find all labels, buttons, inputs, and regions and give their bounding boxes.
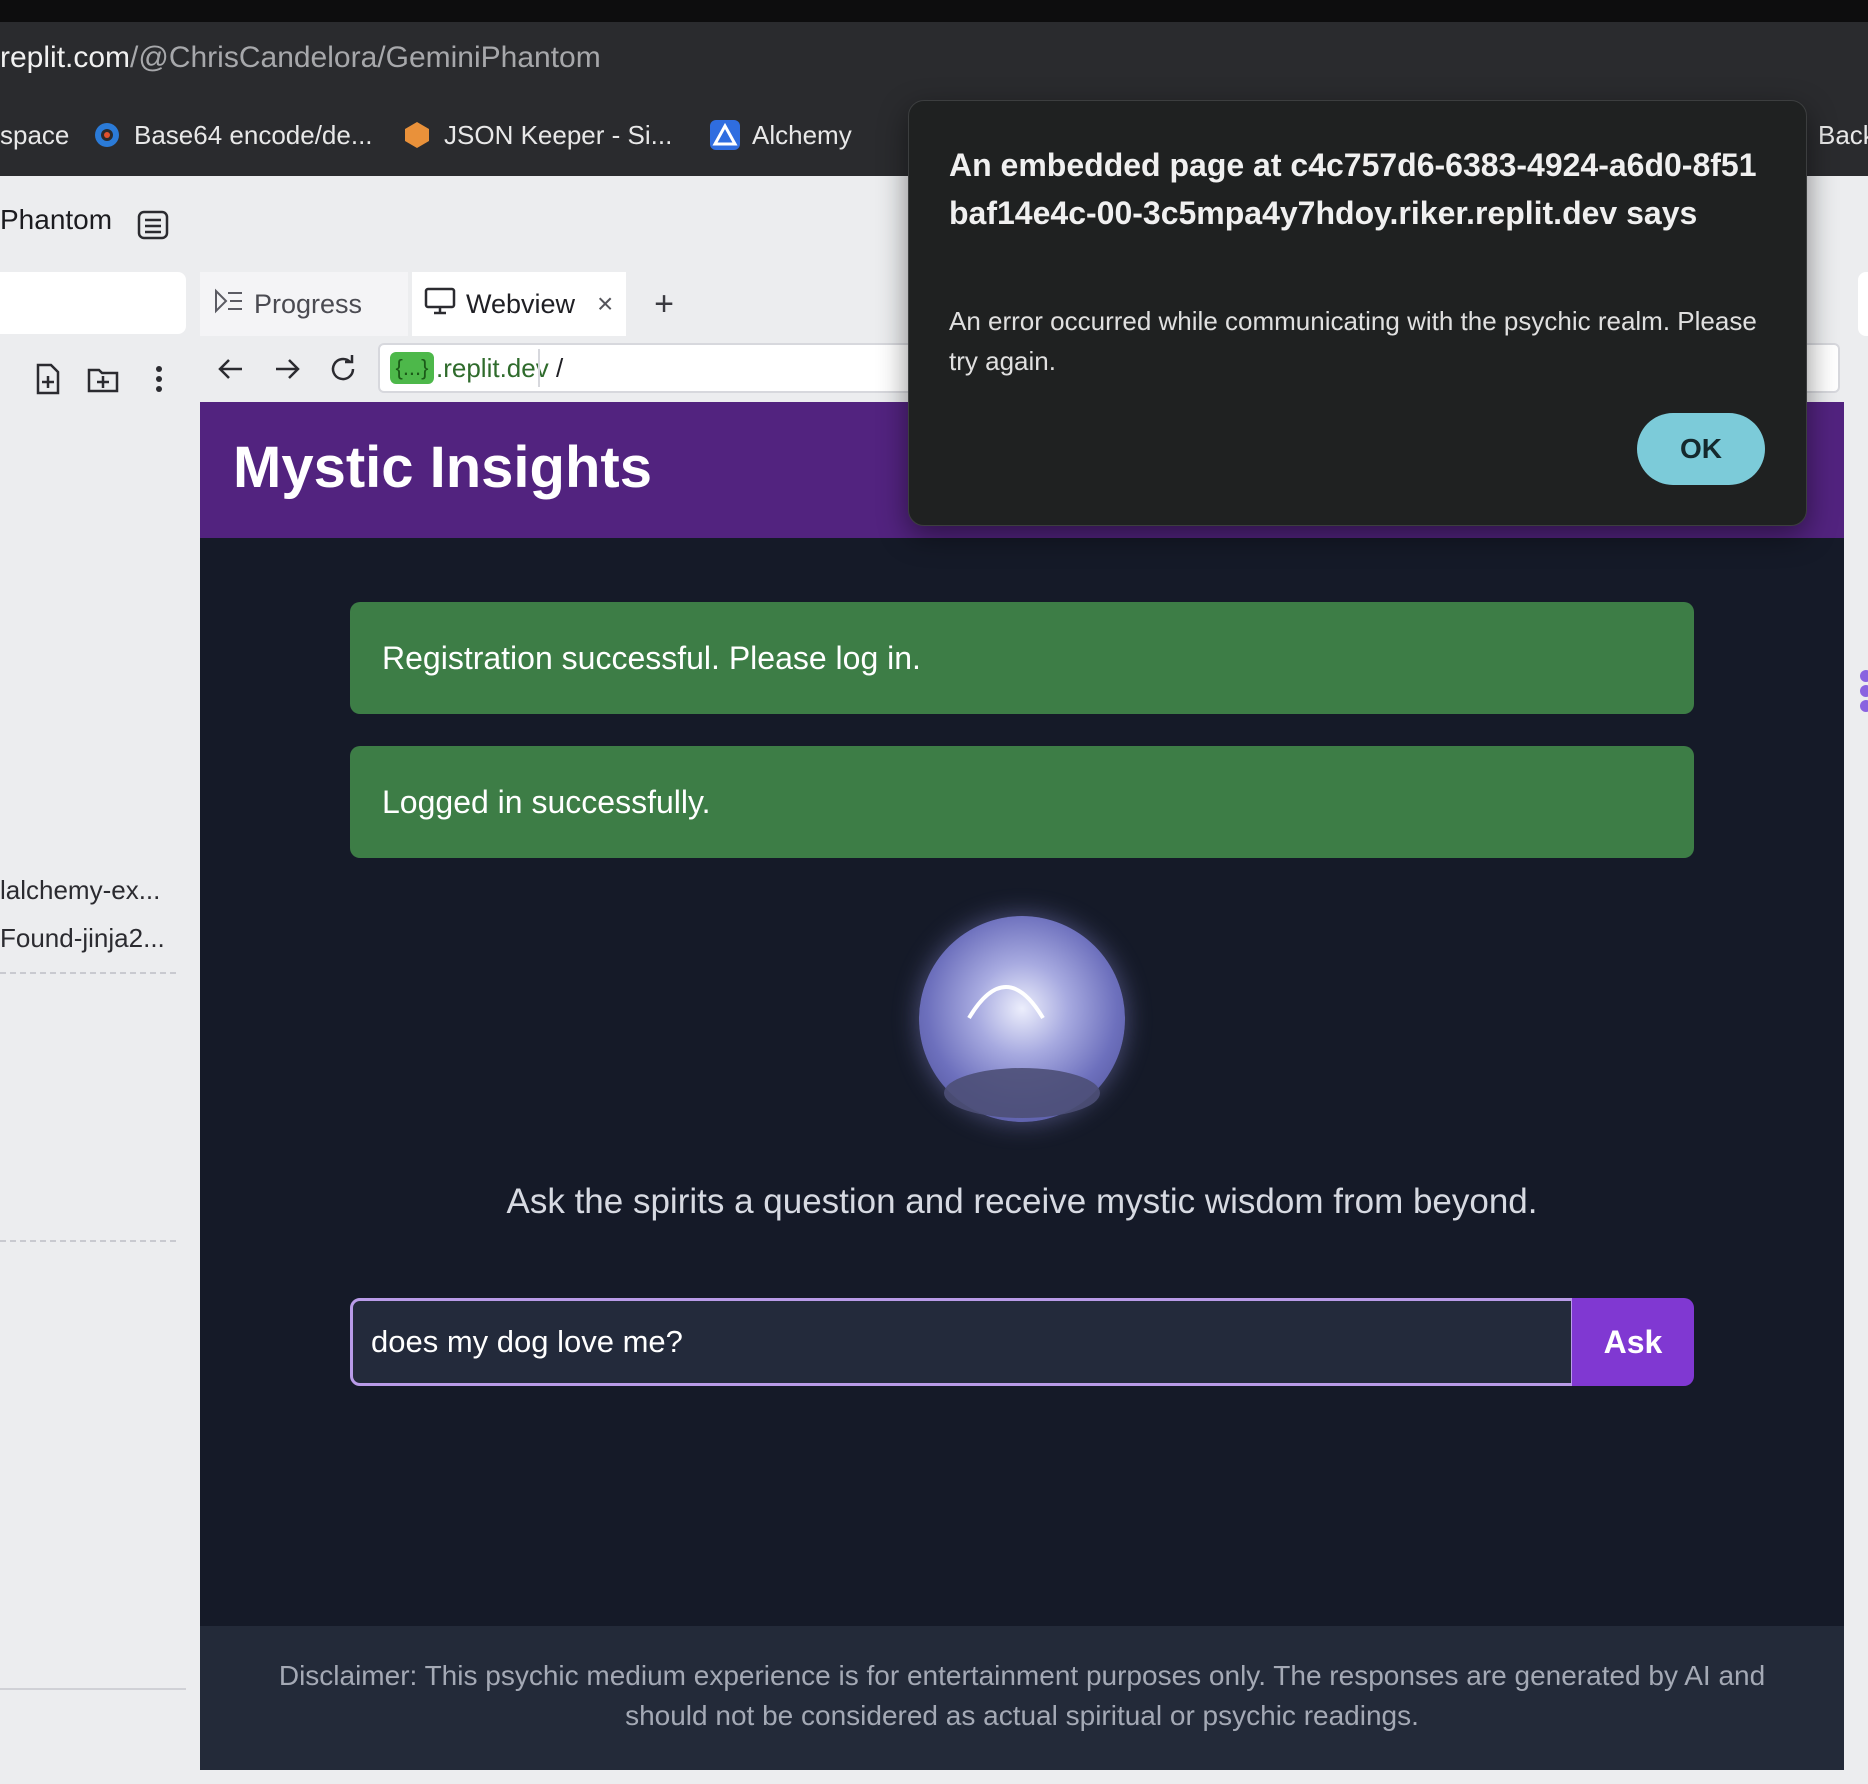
close-icon[interactable]: × — [597, 288, 613, 320]
bookmark-base64[interactable]: Base64 encode/de... — [92, 94, 373, 176]
bookmark-space[interactable]: space — [0, 94, 69, 176]
divider — [0, 1240, 176, 1242]
app-title[interactable]: Mystic Insights — [233, 434, 652, 501]
gear-icon — [92, 120, 122, 150]
forward-arrow-icon[interactable] — [270, 352, 304, 386]
new-folder-icon[interactable] — [86, 362, 120, 396]
tab-label: Webview — [466, 288, 576, 319]
bookmark-alchemy[interactable]: Alchemy — [710, 94, 852, 176]
window-top-strip — [0, 0, 1868, 22]
app-footer: Disclaimer: This psychic medium experien… — [200, 1626, 1844, 1770]
crystal-ball-base — [944, 1068, 1100, 1118]
bookmark-label: space — [0, 119, 70, 150]
layout-icon[interactable] — [136, 208, 170, 242]
webview-path: / — [556, 353, 564, 383]
browser-url[interactable]: replit.com/@ChrisCandelora/GeminiPhantom — [0, 22, 601, 94]
ok-button[interactable]: OK — [1637, 413, 1765, 485]
bookmark-json-keeper[interactable]: JSON Keeper - Si... — [402, 94, 672, 176]
tagline: Ask the spirits a question and receive m… — [506, 1182, 1538, 1221]
add-tab-button[interactable]: + — [644, 272, 684, 336]
file-item[interactable]: Found-jinja2... — [0, 923, 165, 954]
bookmark-label: Back — [1818, 119, 1868, 150]
back-arrow-icon[interactable] — [214, 352, 248, 386]
hexagon-icon — [402, 120, 432, 150]
workspace-title: Phantom — [0, 204, 113, 235]
webview-host: .replit.dev — [436, 353, 549, 383]
monitor-icon — [424, 287, 456, 322]
alchemy-icon — [710, 120, 740, 150]
ask-button[interactable]: Ask — [1572, 1298, 1694, 1386]
disclaimer: Disclaimer: This psychic medium experien… — [278, 1660, 1766, 1731]
url-host: replit.com — [0, 41, 131, 74]
question-form: Ask — [350, 1298, 1694, 1386]
more-options-icon[interactable] — [142, 362, 176, 396]
alert-dialog: An embedded page at c4c757d6-6383-4924-a… — [908, 100, 1807, 526]
tab-label: Progress — [254, 288, 363, 319]
bookmark-label: Alchemy — [752, 119, 852, 150]
success-alert: Registration successful. Please log in. — [350, 602, 1694, 714]
tab-progress[interactable]: Progress — [200, 272, 408, 336]
success-alert: Logged in successfully. — [350, 746, 1694, 858]
bookmark-back[interactable]: Back — [1818, 94, 1868, 176]
url-path: /@ChrisCandelora/GeminiPhantom — [130, 41, 601, 74]
url-badge: {...} — [390, 352, 434, 384]
reload-icon[interactable] — [326, 352, 360, 386]
divider — [538, 349, 540, 387]
dialog-title: An embedded page at c4c757d6-6383-4924-a… — [949, 147, 1757, 231]
question-input[interactable] — [350, 1298, 1574, 1386]
right-panel-edge — [1858, 272, 1868, 336]
bookmark-label: Base64 encode/de... — [134, 119, 373, 150]
mystic-app: Mystic Insights Registration successful.… — [200, 402, 1844, 1770]
divider — [0, 972, 176, 974]
file-item[interactable]: lalchemy-ex... — [0, 875, 160, 906]
progress-icon — [214, 288, 244, 321]
bookmark-label: JSON Keeper - Si... — [444, 119, 673, 150]
drag-handle-icon[interactable] — [1858, 668, 1868, 714]
dialog-message: An error occurred while communicating wi… — [949, 306, 1757, 376]
browser-address-bar[interactable]: replit.com/@ChrisCandelora/GeminiPhantom — [0, 22, 1868, 94]
divider — [0, 1688, 186, 1690]
tab-webview[interactable]: Webview × — [412, 272, 626, 336]
file-search-panel[interactable] — [0, 272, 186, 334]
new-file-icon[interactable] — [30, 362, 64, 396]
